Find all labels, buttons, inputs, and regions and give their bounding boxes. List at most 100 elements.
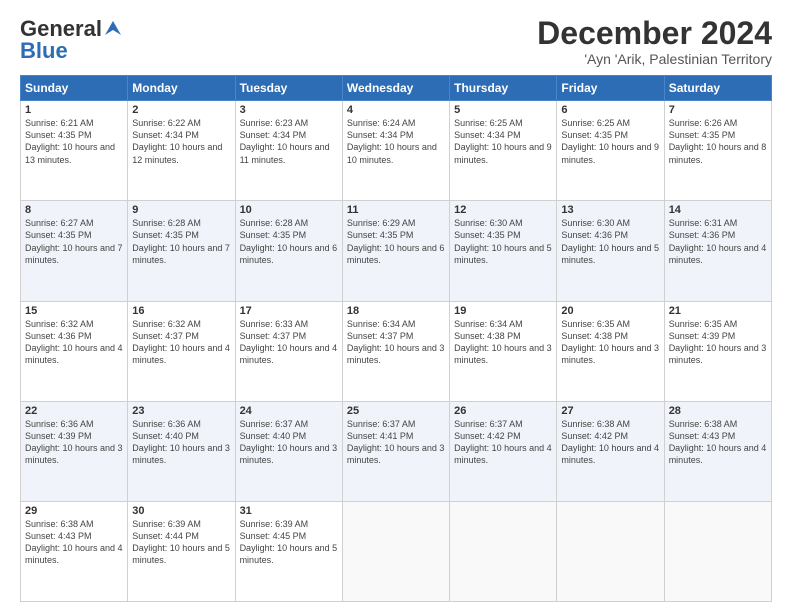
table-row: 22 Sunrise: 6:36 AM Sunset: 4:39 PM Dayl…	[21, 401, 128, 501]
table-row: 29 Sunrise: 6:38 AM Sunset: 4:43 PM Dayl…	[21, 501, 128, 601]
table-row: 14 Sunrise: 6:31 AM Sunset: 4:36 PM Dayl…	[664, 201, 771, 301]
cell-sunset: Sunset: 4:34 PM	[132, 130, 199, 140]
day-number: 13	[561, 204, 659, 216]
title-block: December 2024 'Ayn 'Arik, Palestinian Te…	[537, 16, 772, 67]
day-number: 10	[240, 204, 338, 216]
day-number: 2	[132, 104, 230, 116]
calendar-week-row: 22 Sunrise: 6:36 AM Sunset: 4:39 PM Dayl…	[21, 401, 772, 501]
table-row: 20 Sunrise: 6:35 AM Sunset: 4:38 PM Dayl…	[557, 301, 664, 401]
cell-daylight: Daylight: 10 hours and 3 minutes.	[240, 443, 338, 465]
day-number: 17	[240, 305, 338, 317]
table-row	[450, 501, 557, 601]
cell-sunset: Sunset: 4:40 PM	[240, 431, 307, 441]
day-number: 18	[347, 305, 445, 317]
cell-sunset: Sunset: 4:34 PM	[347, 130, 414, 140]
header: General Blue December 2024 'Ayn 'Arik, P…	[20, 16, 772, 67]
cell-sunrise: Sunrise: 6:25 AM	[561, 118, 630, 128]
cell-daylight: Daylight: 10 hours and 6 minutes.	[240, 243, 338, 265]
calendar-week-row: 29 Sunrise: 6:38 AM Sunset: 4:43 PM Dayl…	[21, 501, 772, 601]
table-row: 23 Sunrise: 6:36 AM Sunset: 4:40 PM Dayl…	[128, 401, 235, 501]
day-number: 12	[454, 204, 552, 216]
cell-sunset: Sunset: 4:43 PM	[25, 531, 92, 541]
cell-sunrise: Sunrise: 6:39 AM	[132, 519, 201, 529]
day-number: 29	[25, 505, 123, 517]
location-subtitle: 'Ayn 'Arik, Palestinian Territory	[537, 51, 772, 67]
cell-sunset: Sunset: 4:38 PM	[454, 331, 521, 341]
cell-daylight: Daylight: 10 hours and 3 minutes.	[132, 443, 230, 465]
table-row	[342, 501, 449, 601]
cell-sunrise: Sunrise: 6:38 AM	[669, 419, 738, 429]
cell-sunrise: Sunrise: 6:37 AM	[240, 419, 309, 429]
day-number: 30	[132, 505, 230, 517]
col-thursday: Thursday	[450, 76, 557, 101]
day-number: 28	[669, 405, 767, 417]
table-row: 5 Sunrise: 6:25 AM Sunset: 4:34 PM Dayli…	[450, 101, 557, 201]
cell-daylight: Daylight: 10 hours and 4 minutes.	[454, 443, 552, 465]
day-number: 23	[132, 405, 230, 417]
cell-sunset: Sunset: 4:36 PM	[669, 230, 736, 240]
cell-sunrise: Sunrise: 6:37 AM	[347, 419, 416, 429]
cell-sunrise: Sunrise: 6:34 AM	[454, 319, 523, 329]
cell-sunrise: Sunrise: 6:21 AM	[25, 118, 94, 128]
table-row: 16 Sunrise: 6:32 AM Sunset: 4:37 PM Dayl…	[128, 301, 235, 401]
cell-daylight: Daylight: 10 hours and 9 minutes.	[561, 142, 659, 164]
cell-sunrise: Sunrise: 6:28 AM	[132, 218, 201, 228]
table-row: 7 Sunrise: 6:26 AM Sunset: 4:35 PM Dayli…	[664, 101, 771, 201]
cell-sunrise: Sunrise: 6:30 AM	[454, 218, 523, 228]
cell-daylight: Daylight: 10 hours and 6 minutes.	[347, 243, 445, 265]
day-number: 24	[240, 405, 338, 417]
cell-sunset: Sunset: 4:35 PM	[454, 230, 521, 240]
day-number: 9	[132, 204, 230, 216]
cell-sunset: Sunset: 4:35 PM	[240, 230, 307, 240]
cell-daylight: Daylight: 10 hours and 5 minutes.	[132, 543, 230, 565]
day-number: 22	[25, 405, 123, 417]
cell-sunset: Sunset: 4:35 PM	[669, 130, 736, 140]
cell-sunrise: Sunrise: 6:32 AM	[132, 319, 201, 329]
table-row: 28 Sunrise: 6:38 AM Sunset: 4:43 PM Dayl…	[664, 401, 771, 501]
table-row: 4 Sunrise: 6:24 AM Sunset: 4:34 PM Dayli…	[342, 101, 449, 201]
table-row: 11 Sunrise: 6:29 AM Sunset: 4:35 PM Dayl…	[342, 201, 449, 301]
cell-sunrise: Sunrise: 6:34 AM	[347, 319, 416, 329]
day-number: 5	[454, 104, 552, 116]
cell-sunset: Sunset: 4:35 PM	[25, 130, 92, 140]
day-number: 19	[454, 305, 552, 317]
table-row	[557, 501, 664, 601]
cell-daylight: Daylight: 10 hours and 4 minutes.	[240, 343, 338, 365]
cell-sunset: Sunset: 4:42 PM	[454, 431, 521, 441]
cell-daylight: Daylight: 10 hours and 12 minutes.	[132, 142, 222, 164]
cell-sunrise: Sunrise: 6:35 AM	[669, 319, 738, 329]
cell-sunset: Sunset: 4:43 PM	[669, 431, 736, 441]
cell-sunset: Sunset: 4:44 PM	[132, 531, 199, 541]
col-friday: Friday	[557, 76, 664, 101]
table-row: 17 Sunrise: 6:33 AM Sunset: 4:37 PM Dayl…	[235, 301, 342, 401]
cell-daylight: Daylight: 10 hours and 4 minutes.	[669, 443, 767, 465]
cell-daylight: Daylight: 10 hours and 4 minutes.	[25, 543, 123, 565]
cell-sunrise: Sunrise: 6:37 AM	[454, 419, 523, 429]
cell-sunrise: Sunrise: 6:26 AM	[669, 118, 738, 128]
cell-daylight: Daylight: 10 hours and 5 minutes.	[454, 243, 552, 265]
cell-sunset: Sunset: 4:35 PM	[347, 230, 414, 240]
day-number: 14	[669, 204, 767, 216]
day-number: 1	[25, 104, 123, 116]
calendar-week-row: 8 Sunrise: 6:27 AM Sunset: 4:35 PM Dayli…	[21, 201, 772, 301]
calendar-week-row: 15 Sunrise: 6:32 AM Sunset: 4:36 PM Dayl…	[21, 301, 772, 401]
cell-sunrise: Sunrise: 6:30 AM	[561, 218, 630, 228]
cell-sunset: Sunset: 4:38 PM	[561, 331, 628, 341]
cell-sunrise: Sunrise: 6:35 AM	[561, 319, 630, 329]
calendar-week-row: 1 Sunrise: 6:21 AM Sunset: 4:35 PM Dayli…	[21, 101, 772, 201]
col-tuesday: Tuesday	[235, 76, 342, 101]
cell-daylight: Daylight: 10 hours and 5 minutes.	[240, 543, 338, 565]
table-row: 19 Sunrise: 6:34 AM Sunset: 4:38 PM Dayl…	[450, 301, 557, 401]
cell-sunset: Sunset: 4:35 PM	[132, 230, 199, 240]
table-row: 10 Sunrise: 6:28 AM Sunset: 4:35 PM Dayl…	[235, 201, 342, 301]
cell-daylight: Daylight: 10 hours and 3 minutes.	[347, 343, 445, 365]
cell-sunset: Sunset: 4:36 PM	[561, 230, 628, 240]
table-row: 31 Sunrise: 6:39 AM Sunset: 4:45 PM Dayl…	[235, 501, 342, 601]
calendar-header-row: Sunday Monday Tuesday Wednesday Thursday…	[21, 76, 772, 101]
table-row: 26 Sunrise: 6:37 AM Sunset: 4:42 PM Dayl…	[450, 401, 557, 501]
logo-blue: Blue	[20, 38, 68, 64]
cell-sunrise: Sunrise: 6:38 AM	[25, 519, 94, 529]
table-row: 1 Sunrise: 6:21 AM Sunset: 4:35 PM Dayli…	[21, 101, 128, 201]
cell-daylight: Daylight: 10 hours and 13 minutes.	[25, 142, 115, 164]
cell-daylight: Daylight: 10 hours and 4 minutes.	[669, 243, 767, 265]
